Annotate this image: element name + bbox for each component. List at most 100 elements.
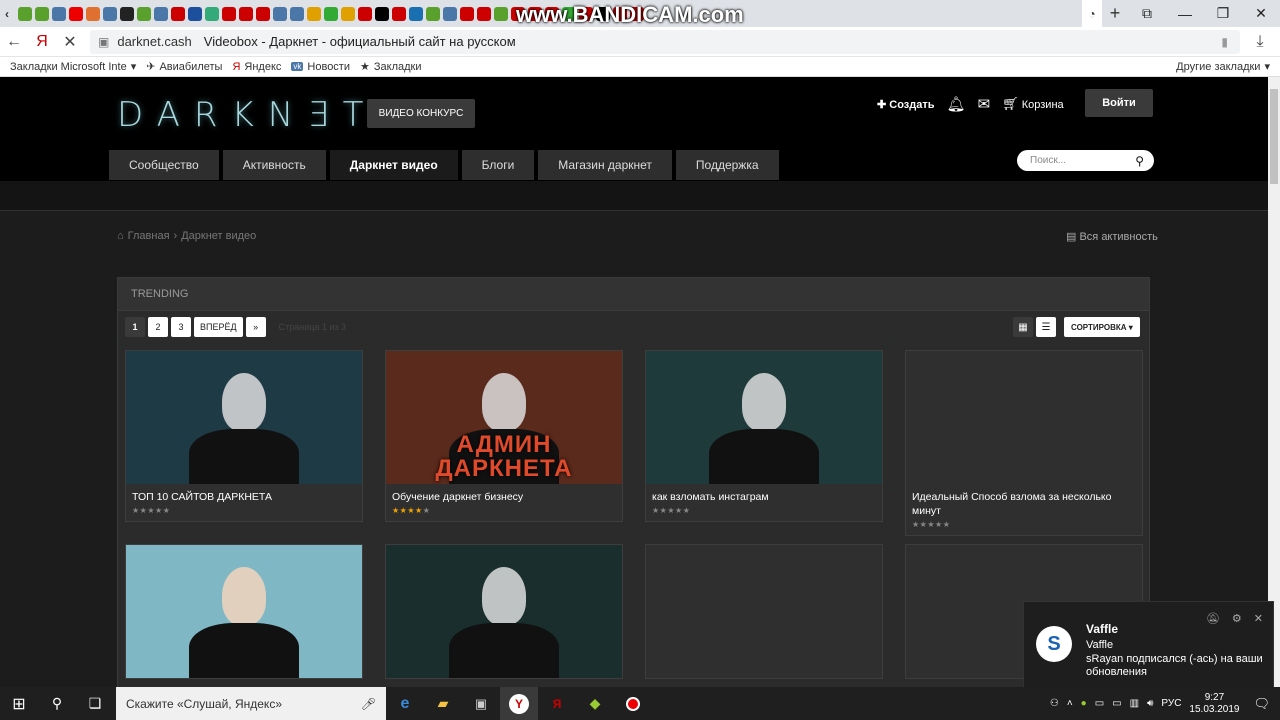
tab-favicon-icon[interactable] xyxy=(256,6,270,21)
video-contest-button[interactable]: ВИДЕО КОНКУРС xyxy=(367,99,475,128)
video-card[interactable]: Идеальный Способ взлома за несколько мин… xyxy=(905,350,1143,536)
tab-favicon-icon[interactable] xyxy=(409,6,423,21)
tab-favicon-icon[interactable] xyxy=(494,6,508,21)
bookmark-item[interactable]: ✈ Авиабилеты xyxy=(146,60,222,74)
sort-button[interactable]: СОРТИРОВКА ▾ xyxy=(1064,317,1140,337)
bookmark-item[interactable]: ★ Закладки xyxy=(360,60,421,74)
envelope-icon[interactable]: ✉ xyxy=(978,95,991,113)
tab-favicon-icon[interactable] xyxy=(460,6,474,21)
video-thumbnail[interactable] xyxy=(646,351,882,484)
close-icon[interactable]: ✕ xyxy=(1254,612,1263,625)
video-card[interactable] xyxy=(645,544,883,679)
breadcrumb-home[interactable]: Главная xyxy=(128,230,170,242)
microphone-icon[interactable]: 🎤︎ xyxy=(361,697,376,711)
tab-favicon-icon[interactable] xyxy=(120,6,134,21)
last-page-button[interactable]: » xyxy=(245,317,266,337)
tab-favicon-icon[interactable] xyxy=(324,6,338,21)
video-thumbnail[interactable] xyxy=(386,545,622,678)
tab-favicon-icon[interactable] xyxy=(137,6,151,21)
bookmark-icon[interactable]: ▮ xyxy=(1221,35,1228,49)
nav-activity[interactable]: Активность xyxy=(222,150,326,180)
nav-shop[interactable]: Магазин даркнет xyxy=(538,150,672,180)
download-icon[interactable]: ⤓ xyxy=(1246,33,1274,51)
video-card[interactable]: ТОП 10 САЙТОВ ДАРКНЕТА ★★★★★ xyxy=(125,350,363,522)
yandex-browser-icon[interactable]: Y xyxy=(500,687,538,720)
other-bookmarks[interactable]: Другие закладки ▾ xyxy=(1176,60,1270,74)
clock[interactable]: 9:27 15.03.2019 xyxy=(1189,692,1239,716)
app-tray-icon[interactable]: ● xyxy=(1081,698,1087,709)
network-icon[interactable]: ▥ xyxy=(1130,698,1139,709)
page-2-button[interactable]: 2 xyxy=(148,317,168,337)
battery-icon[interactable]: ▭ xyxy=(1112,698,1121,709)
tab-favicon-icon[interactable] xyxy=(86,6,100,21)
tab-favicon-icon[interactable] xyxy=(341,6,355,21)
video-title[interactable]: ТОП 10 САЙТОВ ДАРКНЕТА xyxy=(126,484,362,506)
video-card[interactable] xyxy=(385,544,623,679)
tab-favicon-icon[interactable] xyxy=(222,6,236,21)
yandex-app-icon[interactable]: Я xyxy=(538,687,576,720)
minimize-button[interactable]: — xyxy=(1166,6,1204,22)
toast-notification[interactable]: S Vaffle Vaffle sRayan подписался (-ась)… xyxy=(1023,601,1274,689)
restore-button[interactable]: ❐ xyxy=(1204,5,1242,22)
video-title[interactable]: Обучение даркнет бизнесу xyxy=(386,484,622,506)
store-icon[interactable]: ▣ xyxy=(462,687,500,720)
nav-community[interactable]: Сообщество xyxy=(109,150,219,180)
people-icon[interactable]: ⚇ xyxy=(1050,698,1059,709)
tab-favicon-icon[interactable] xyxy=(18,6,32,21)
tab-favicon-icon[interactable] xyxy=(154,6,168,21)
cart-button[interactable]: 🛒︎ Корзина xyxy=(1002,96,1063,112)
nav-darknet-video[interactable]: Даркнет видео xyxy=(329,150,458,180)
tab-favicon-icon[interactable] xyxy=(188,6,202,21)
action-center-icon[interactable]: 🗨︎ xyxy=(1253,696,1270,712)
page-scrollbar[interactable] xyxy=(1268,77,1280,687)
create-button[interactable]: ✚ Создать xyxy=(877,98,935,111)
new-tab-button[interactable]: + xyxy=(1102,3,1128,24)
chevron-up-icon[interactable]: ˄ xyxy=(1067,698,1073,709)
video-title[interactable]: как взломать инстаграм xyxy=(646,484,882,506)
video-thumbnail[interactable] xyxy=(906,351,1142,484)
video-card[interactable] xyxy=(125,544,363,679)
tab-favicon-icon[interactable] xyxy=(426,6,440,21)
search-icon[interactable]: ⚲ xyxy=(1135,154,1144,168)
video-card[interactable]: АДМИН ДАРКНЕТА Обучение даркнет бизнесу ★★… xyxy=(385,350,623,522)
yandex-icon[interactable]: Я xyxy=(28,33,56,51)
bookmark-item[interactable]: Я Яндекс xyxy=(232,61,281,73)
scrollbar-thumb[interactable] xyxy=(1270,89,1278,184)
nav-blogs[interactable]: Блоги xyxy=(461,150,535,180)
tab-favicon-icon[interactable] xyxy=(307,6,321,21)
tab-favicon-icon[interactable] xyxy=(69,6,83,21)
tab-favicon-icon[interactable] xyxy=(443,6,457,21)
grid-view-icon[interactable]: ▦ xyxy=(1013,317,1033,337)
video-thumbnail[interactable] xyxy=(126,351,362,484)
tab-favicon-icon[interactable] xyxy=(205,6,219,21)
mute-icon[interactable]: 🔕︎ xyxy=(1206,612,1220,625)
tab-favicon-icon[interactable] xyxy=(392,6,406,21)
tab-favicon-icon[interactable] xyxy=(477,6,491,21)
next-page-button[interactable]: ВПЕРЁД xyxy=(194,317,243,337)
page-1-button[interactable]: 1 xyxy=(125,317,145,337)
display-icon[interactable]: ▭ xyxy=(1095,698,1104,709)
tab-favicon-icon[interactable] xyxy=(273,6,287,21)
video-thumbnail[interactable] xyxy=(126,545,362,678)
active-tab[interactable]: ◔ xyxy=(1082,0,1102,27)
list-view-icon[interactable]: ☰ xyxy=(1036,317,1056,337)
nav-support[interactable]: Поддержка xyxy=(675,150,779,180)
back-button[interactable]: ← xyxy=(0,33,28,51)
tab-favicon-icon[interactable] xyxy=(239,6,253,21)
tab-favicon-icon[interactable] xyxy=(171,6,185,21)
address-field[interactable]: ▣ darknet.cash Videobox - Даркнет - офиц… xyxy=(90,29,1240,54)
login-button[interactable]: Войти xyxy=(1085,89,1153,117)
task-view-icon[interactable]: ❏ xyxy=(76,695,114,712)
close-window-button[interactable]: ✕ xyxy=(1242,5,1280,22)
video-thumbnail[interactable] xyxy=(646,545,882,678)
taskbar-search-input[interactable]: Скажите «Слушай, Яндекс» 🎤︎ xyxy=(116,687,386,720)
record-icon[interactable] xyxy=(614,687,652,720)
language-indicator[interactable]: РУС xyxy=(1161,698,1181,709)
bell-icon[interactable]: 🔔︎ xyxy=(947,95,966,113)
tab-favicon-icon[interactable] xyxy=(290,6,304,21)
edge-icon[interactable]: e xyxy=(386,687,424,720)
tab-favicon-icon[interactable] xyxy=(358,6,372,21)
tab-favicon-icon[interactable] xyxy=(35,6,49,21)
video-thumbnail[interactable]: АДМИН ДАРКНЕТА xyxy=(386,351,622,484)
search-icon[interactable]: ⚲ xyxy=(38,695,76,712)
